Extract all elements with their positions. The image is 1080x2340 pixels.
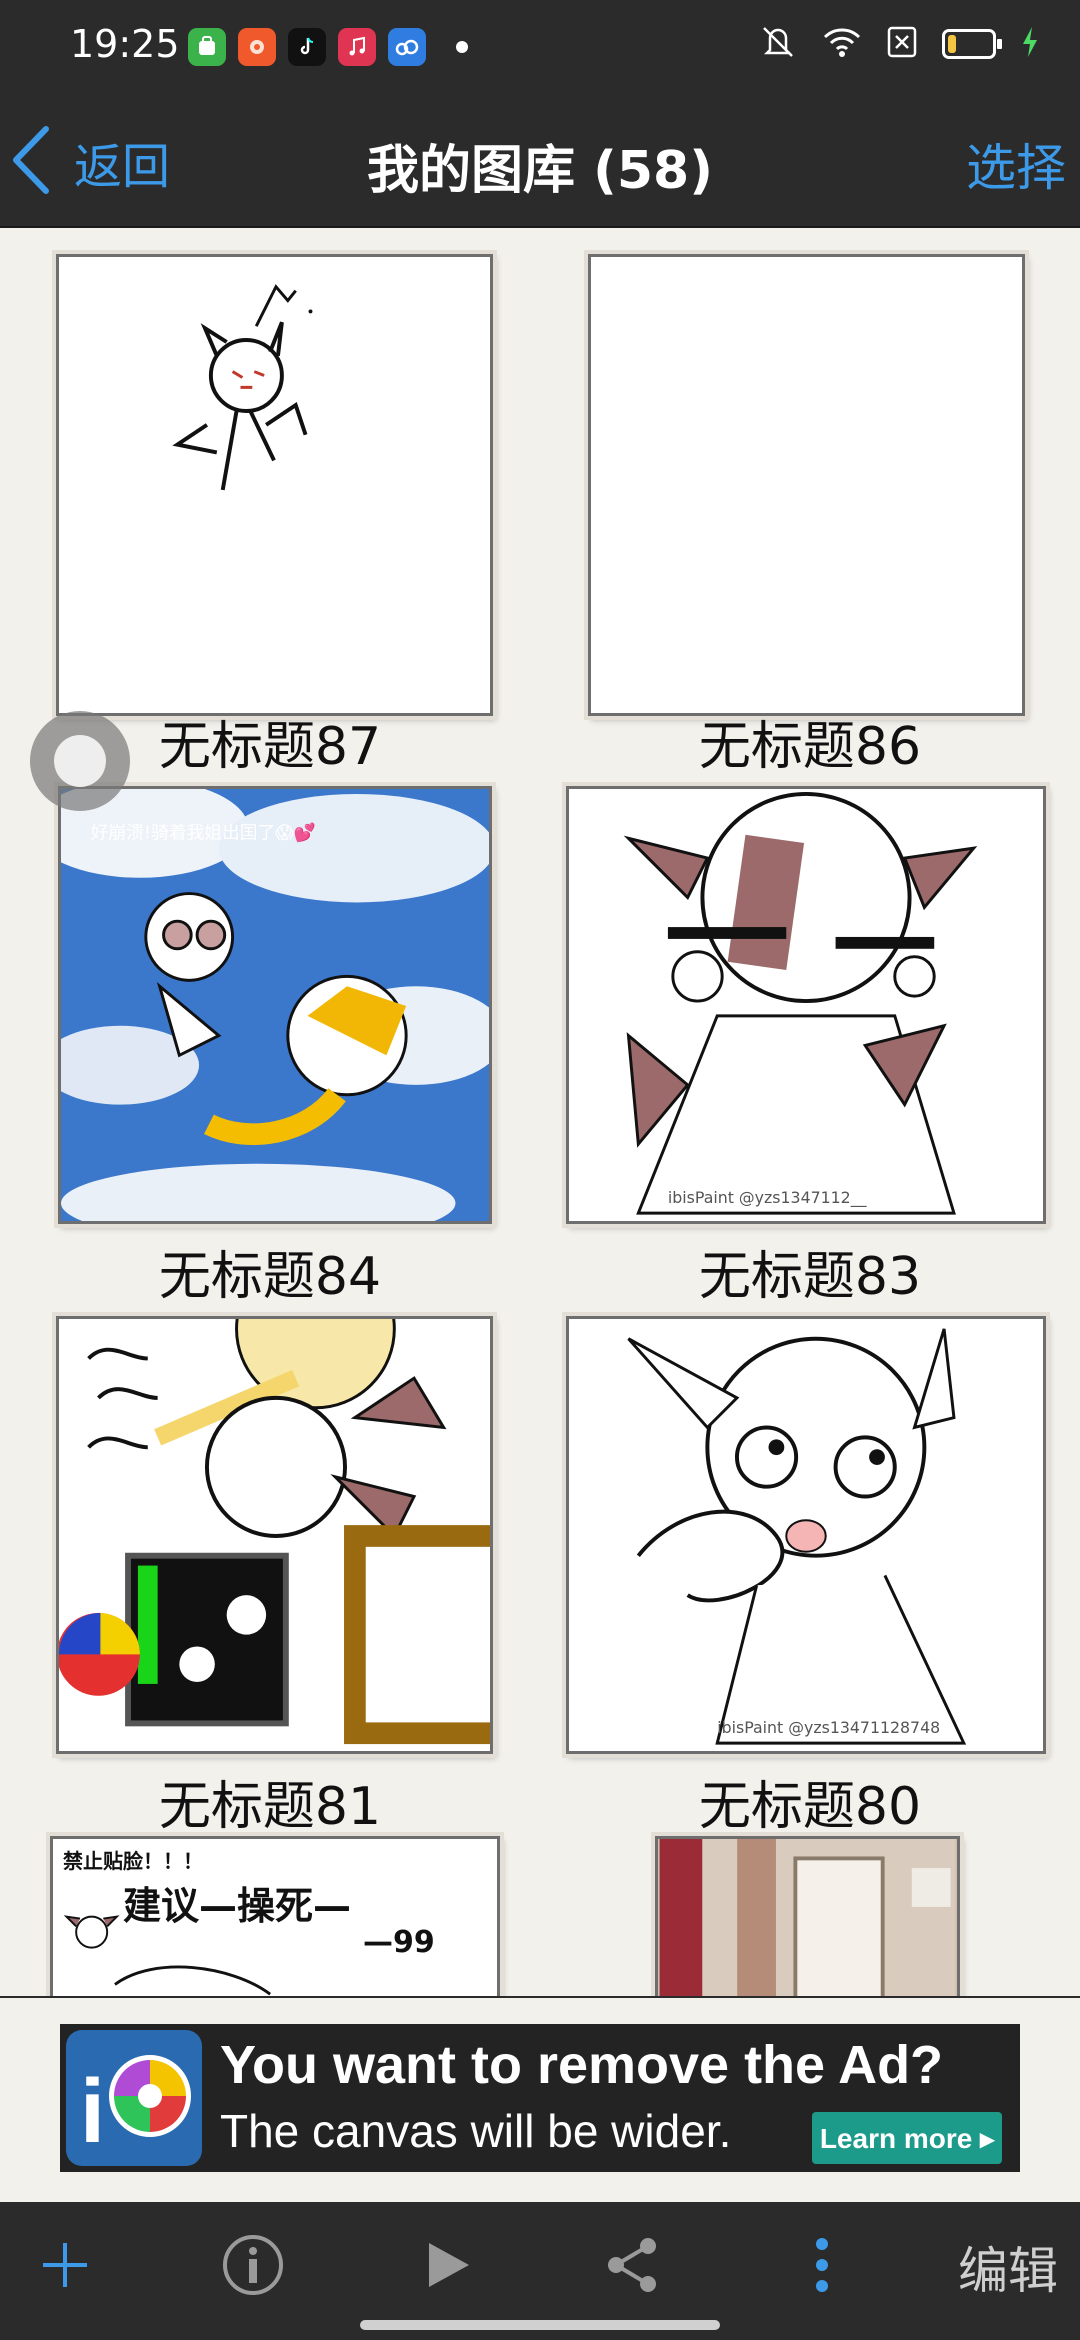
photo-room <box>659 1839 956 1996</box>
character-drawing: ibisPaint @yzs13471128748 <box>627 1328 967 1745</box>
character-drawing: ibisPaint @yzs1347112__ <box>623 791 978 1215</box>
gallery-item[interactable]: ibisPaint @yzs1347112__ 无标题83 <box>540 756 1080 1307</box>
overlay-text: 好崩溃!骑着我姐出国了😱💕 <box>91 821 316 843</box>
svg-text:i: i <box>80 2062 105 2162</box>
thumbnail <box>56 1316 493 1754</box>
nav-bar: 返回 我的图库 (58) 选择 <box>0 100 1080 228</box>
more-button[interactable] <box>792 2232 852 2302</box>
learn-more-button[interactable]: Learn more ▸ <box>812 2112 1002 2164</box>
home-indicator[interactable] <box>360 2320 720 2330</box>
thumbnail: ibisPaint @yzs1347112__ <box>566 786 1046 1224</box>
add-icon <box>39 2239 91 2295</box>
charging-icon <box>1020 25 1040 63</box>
select-button[interactable]: 选择 <box>966 128 1066 200</box>
floating-assist-button[interactable] <box>30 711 130 811</box>
more-vertical-icon <box>812 2234 832 2300</box>
status-app-icons <box>188 28 468 66</box>
sketch-drawing <box>172 284 313 491</box>
thumbnail <box>655 1836 960 1996</box>
notification-dot <box>456 41 468 53</box>
sky-drawing: 好崩溃!骑着我姐出国了😱💕 <box>61 789 489 1221</box>
thumbnail: 好崩溃!骑着我姐出国了😱💕 <box>58 786 492 1224</box>
thumbnail: 禁止贴脸！！！ 建议—操死— —99 <box>50 1836 500 1996</box>
add-button[interactable] <box>30 2232 100 2302</box>
cloud-app-icon <box>388 28 426 66</box>
ad-subtext: The canvas will be wider. <box>220 2105 732 2157</box>
gallery-item[interactable]: ibisPaint @yzs13471128748 无标题80 <box>540 1286 1080 1837</box>
gallery-item[interactable]: 无标题87 <box>0 226 540 777</box>
ad-headline: You want to remove the Ad? <box>220 2035 944 2095</box>
page-title: 我的图库 (58) <box>367 141 713 201</box>
play-icon <box>421 2239 473 2295</box>
gallery-item[interactable]: 无标题81 <box>0 1286 540 1837</box>
share-button[interactable] <box>598 2232 668 2302</box>
battery-tip <box>997 39 1002 49</box>
ad-area: i You want to remove the Ad? The canvas … <box>0 1996 1080 2204</box>
gallery-item[interactable]: 好崩溃!骑着我姐出国了😱💕 无标题84 <box>0 756 540 1307</box>
status-indicators <box>758 24 1040 64</box>
status-bar: 19:25 <box>0 0 1080 100</box>
assist-circle-icon <box>54 735 106 787</box>
music-app-icon <box>338 28 376 66</box>
info-icon <box>222 2234 284 2300</box>
ad-banner[interactable]: i You want to remove the Ad? The canvas … <box>60 2024 1020 2172</box>
photo-app-icon <box>238 28 276 66</box>
battery-level <box>948 35 956 53</box>
info-button[interactable] <box>218 2232 288 2302</box>
thumbnail: ibisPaint @yzs13471128748 <box>566 1316 1046 1754</box>
thumbnail <box>588 254 1025 716</box>
comic-drawing <box>59 1319 490 1745</box>
gallery-item[interactable]: 禁止贴脸！！！ 建议—操死— —99 <box>0 1816 540 1996</box>
edit-button[interactable]: 编辑 <box>948 2232 1068 2302</box>
gallery-item[interactable]: 无标题86 <box>540 226 1080 777</box>
share-icon <box>604 2234 662 2300</box>
tiktok-app-icon <box>288 28 326 66</box>
status-time: 19:25 <box>70 22 180 66</box>
gallery-item[interactable] <box>540 1816 1080 1996</box>
ibispaint-logo-icon: i <box>66 2030 202 2166</box>
watermark-text: ibisPaint @yzs13471128748 <box>717 1718 940 1737</box>
play-button[interactable] <box>412 2232 482 2302</box>
wifi-icon <box>822 25 862 63</box>
thumbnail <box>56 254 493 716</box>
comic-drawing <box>63 1915 272 1996</box>
gallery-grid: 无标题87 无标题86 好崩溃!骑着我姐出国了😱💕 无标题84 ibisPain… <box>0 226 1080 1996</box>
watermark-text: ibisPaint @yzs1347112__ <box>668 1188 868 1208</box>
wechat-app-icon <box>188 28 226 66</box>
mute-icon <box>758 24 798 64</box>
sim-off-icon <box>886 25 918 63</box>
battery-icon <box>942 29 1002 59</box>
